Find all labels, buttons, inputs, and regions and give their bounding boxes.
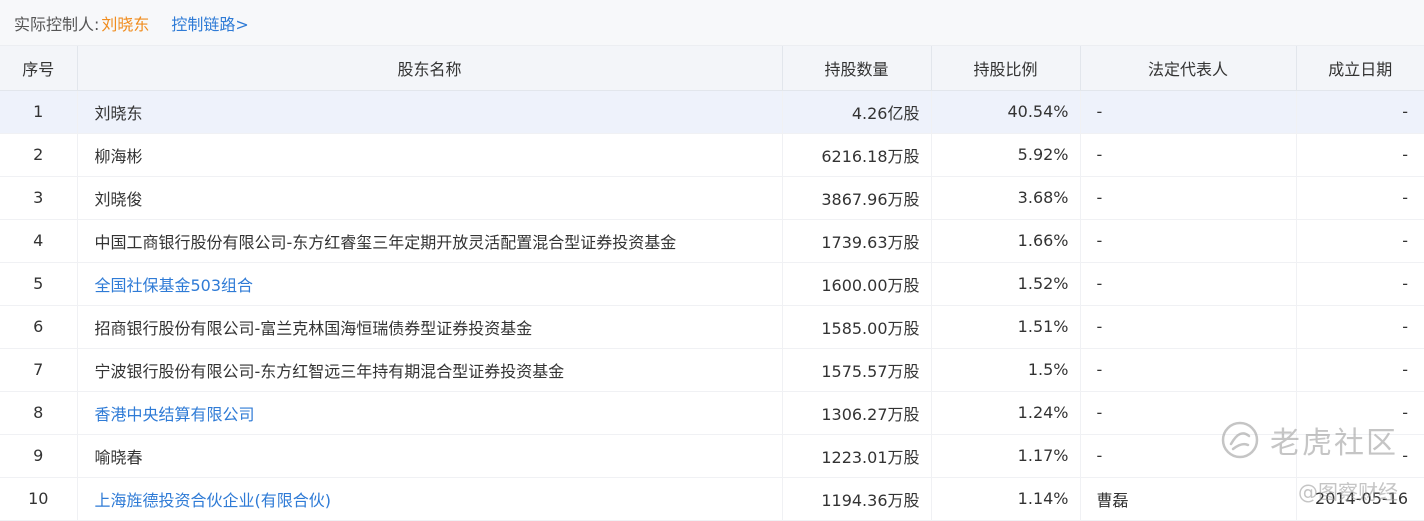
row-seq: 3 <box>0 176 78 220</box>
controller-label: 实际控制人: <box>14 14 100 34</box>
shareholder-table: 序号 股东名称 持股数量 持股比例 法定代表人 成立日期 1 刘晓东 4.26亿… <box>0 46 1424 521</box>
shareholder-name-link[interactable]: 香港中央结算有限公司 <box>95 405 255 424</box>
header-shareholder-name: 股东名称 <box>77 46 783 91</box>
row-ratio: 1.51% <box>931 305 1081 349</box>
row-ratio: 1.52% <box>931 262 1081 306</box>
row-legal-rep: - <box>1080 305 1297 349</box>
row-shares: 1223.01万股 <box>782 434 932 478</box>
table-row: 4 中国工商银行股份有限公司-东方红睿玺三年定期开放灵活配置混合型证券投资基金 … <box>0 219 1424 263</box>
table-header-row: 序号 股东名称 持股数量 持股比例 法定代表人 成立日期 <box>0 46 1424 91</box>
row-legal-rep: - <box>1080 434 1297 478</box>
controller-name[interactable]: 刘晓东 <box>101 11 149 35</box>
row-legal-rep[interactable]: 曹磊 <box>1080 477 1297 521</box>
row-legal-rep: - <box>1080 176 1297 220</box>
row-ratio: 5.92% <box>931 133 1081 177</box>
row-seq: 4 <box>0 219 78 263</box>
row-shares: 3867.96万股 <box>782 176 932 220</box>
actual-controller-bar: 实际控制人: 刘晓东 控制链路> <box>0 0 1424 46</box>
row-established-date: - <box>1296 219 1424 263</box>
row-shares: 1194.36万股 <box>782 477 932 521</box>
header-ratio: 持股比例 <box>931 46 1081 91</box>
row-legal-rep: - <box>1080 133 1297 177</box>
row-shareholder-name: 招商银行股份有限公司-富兰克林国海恒瑞债券型证券投资基金 <box>77 305 783 349</box>
header-shares: 持股数量 <box>782 46 932 91</box>
table-row: 5 全国社保基金503组合 1600.00万股 1.52% - - <box>0 262 1424 306</box>
row-established-date: - <box>1296 434 1424 478</box>
row-shares: 1739.63万股 <box>782 219 932 263</box>
row-seq: 5 <box>0 262 78 306</box>
row-established-date: - <box>1296 348 1424 392</box>
table-row: 9 喻晓春 1223.01万股 1.17% - - <box>0 434 1424 478</box>
row-seq: 2 <box>0 133 78 177</box>
row-ratio: 1.24% <box>931 391 1081 435</box>
table-row: 2 柳海彬 6216.18万股 5.92% - - <box>0 133 1424 177</box>
table-row: 1 刘晓东 4.26亿股 40.54% - - <box>0 90 1424 134</box>
row-shareholder-name: 上海旌德投资合伙企业(有限合伙) <box>77 477 783 521</box>
table-row: 8 香港中央结算有限公司 1306.27万股 1.24% - - <box>0 391 1424 435</box>
row-established-date: 2014-05-16 <box>1296 477 1424 521</box>
table-row: 10 上海旌德投资合伙企业(有限合伙) 1194.36万股 1.14% 曹磊 2… <box>0 477 1424 521</box>
row-shares: 1600.00万股 <box>782 262 932 306</box>
row-ratio: 40.54% <box>931 90 1081 134</box>
shareholder-name-link[interactable]: 上海旌德投资合伙企业(有限合伙) <box>95 491 332 510</box>
row-shareholder-name: 全国社保基金503组合 <box>77 262 783 306</box>
row-ratio: 1.14% <box>931 477 1081 521</box>
header-established-date: 成立日期 <box>1296 46 1424 91</box>
row-shares: 4.26亿股 <box>782 90 932 134</box>
row-legal-rep: - <box>1080 219 1297 263</box>
row-seq: 7 <box>0 348 78 392</box>
table-row: 3 刘晓俊 3867.96万股 3.68% - - <box>0 176 1424 220</box>
row-established-date: - <box>1296 262 1424 306</box>
shareholder-name-link[interactable]: 全国社保基金503组合 <box>95 276 254 295</box>
table-row: 6 招商银行股份有限公司-富兰克林国海恒瑞债券型证券投资基金 1585.00万股… <box>0 305 1424 349</box>
shareholder-name-text: 中国工商银行股份有限公司-东方红睿玺三年定期开放灵活配置混合型证券投资基金 <box>94 232 677 252</box>
table-row: 7 宁波银行股份有限公司-东方红智远三年持有期混合型证券投资基金 1575.57… <box>0 348 1424 392</box>
row-ratio: 3.68% <box>931 176 1081 220</box>
row-shareholder-name: 宁波银行股份有限公司-东方红智远三年持有期混合型证券投资基金 <box>77 348 783 392</box>
row-legal-rep: - <box>1080 391 1297 435</box>
row-shareholder-name: 刘晓俊 <box>77 176 783 220</box>
row-established-date: - <box>1296 133 1424 177</box>
shareholder-name-text: 柳海彬 <box>94 146 143 166</box>
shareholder-name-text: 刘晓东 <box>94 103 143 123</box>
row-legal-rep: - <box>1080 262 1297 306</box>
row-shares: 1585.00万股 <box>782 305 932 349</box>
row-ratio: 1.66% <box>931 219 1081 263</box>
row-ratio: 1.17% <box>931 434 1081 478</box>
row-shareholder-name: 中国工商银行股份有限公司-东方红睿玺三年定期开放灵活配置混合型证券投资基金 <box>77 219 783 263</box>
row-shares: 1575.57万股 <box>782 348 932 392</box>
shareholder-name-text: 招商银行股份有限公司-富兰克林国海恒瑞债券型证券投资基金 <box>94 318 533 338</box>
shareholder-name-text: 宁波银行股份有限公司-东方红智远三年持有期混合型证券投资基金 <box>94 361 565 381</box>
row-seq: 1 <box>0 90 78 134</box>
shareholder-name-text: 刘晓俊 <box>94 189 143 209</box>
row-legal-rep: - <box>1080 90 1297 134</box>
row-shareholder-name: 香港中央结算有限公司 <box>77 391 783 435</box>
header-seq: 序号 <box>0 46 78 91</box>
row-ratio: 1.5% <box>931 348 1081 392</box>
row-shareholder-name: 喻晓春 <box>77 434 783 478</box>
row-seq: 6 <box>0 305 78 349</box>
shareholder-name-text: 喻晓春 <box>94 447 143 467</box>
row-established-date: - <box>1296 305 1424 349</box>
row-established-date: - <box>1296 176 1424 220</box>
row-shares: 6216.18万股 <box>782 133 932 177</box>
row-legal-rep: - <box>1080 348 1297 392</box>
header-legal-rep: 法定代表人 <box>1080 46 1297 91</box>
row-shareholder-name: 刘晓东 <box>77 90 783 134</box>
row-shares: 1306.27万股 <box>782 391 932 435</box>
row-established-date: - <box>1296 90 1424 134</box>
row-shareholder-name: 柳海彬 <box>77 133 783 177</box>
row-established-date: - <box>1296 391 1424 435</box>
row-seq: 10 <box>0 477 78 521</box>
row-seq: 8 <box>0 391 78 435</box>
control-chain-link[interactable]: 控制链路> <box>171 11 248 35</box>
row-seq: 9 <box>0 434 78 478</box>
